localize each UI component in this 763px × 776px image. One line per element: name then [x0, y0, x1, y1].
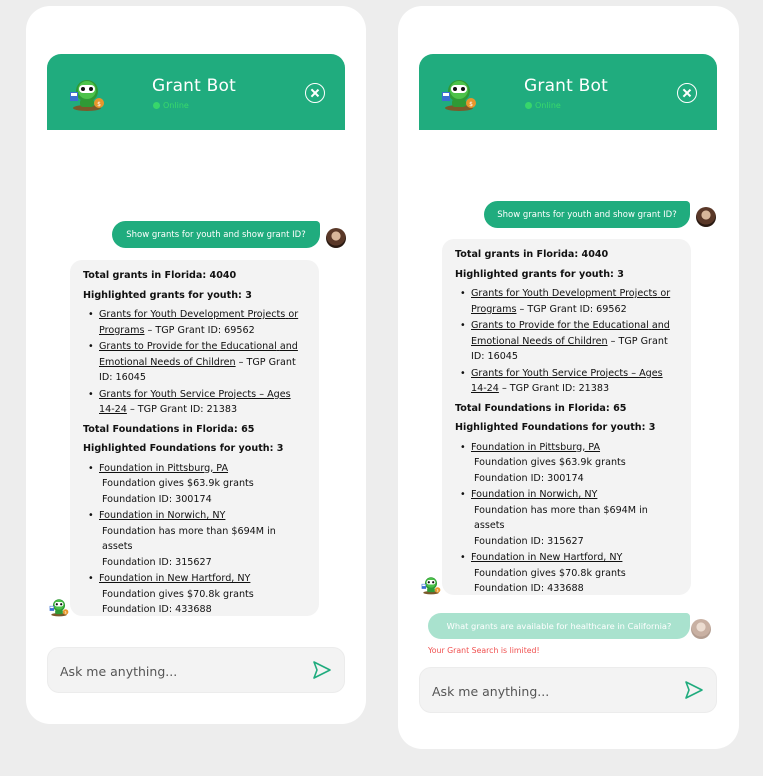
bot-name: Grant Bot — [524, 76, 608, 96]
chat-window-1: Grant Bot Online Show grants for youth a… — [26, 6, 366, 724]
grant-item: Grants for Youth Development Projects or… — [83, 307, 307, 338]
foundation-item: Foundation in New Hartford, NY Foundation… — [83, 571, 307, 618]
foundation-link[interactable]: Foundation in Norwich, NY — [99, 510, 225, 521]
foundation-id: Foundation ID: 300174 — [102, 493, 212, 505]
highlighted-foundations-heading: Highlighted Foundations for youth: 3 — [83, 443, 284, 454]
foundation-item: Foundation in Pittsburg, PA Foundation gi… — [83, 461, 307, 508]
user-avatar — [326, 228, 346, 248]
grant-item: Grants for Youth Service Projects – Ages… — [455, 366, 679, 397]
chat-input[interactable] — [432, 676, 672, 706]
close-icon[interactable] — [305, 83, 325, 103]
status-text: Online — [163, 101, 189, 110]
highlighted-grants-heading: Highlighted grants for youth: 3 — [455, 268, 624, 280]
status-indicator: Online — [525, 101, 561, 110]
foundation-item: Foundation in Pittsburg, PA Foundation gi… — [455, 440, 679, 487]
grant-list: Grants for Youth Development Projects or… — [455, 286, 679, 397]
foundation-detail: Foundation gives $63.9k grants — [474, 457, 626, 468]
bot-mini-avatar-icon — [421, 577, 441, 595]
foundation-detail: Foundation gives $63.9k grants — [102, 478, 254, 489]
total-foundations: Total Foundations in Florida: 65 — [455, 402, 627, 414]
foundation-id: Foundation ID: 300174 — [474, 472, 584, 484]
status-text: Online — [535, 101, 561, 110]
grant-list: Grants for Youth Development Projects or… — [83, 307, 307, 418]
foundation-id: Foundation ID: 433688 — [102, 604, 212, 615]
bot-mini-avatar-icon — [49, 599, 69, 617]
chat-header: Grant Bot Online — [419, 54, 717, 130]
chat-input-box — [419, 667, 717, 713]
online-dot-icon — [525, 102, 532, 109]
foundation-detail: Foundation gives $70.8k grants — [474, 567, 626, 579]
foundation-link[interactable]: Foundation in New Hartford, NY — [99, 573, 250, 584]
user-message: Show grants for youth and show grant ID? — [112, 221, 320, 248]
grant-item: Grants for Youth Service Projects – Ages… — [83, 387, 307, 418]
total-grants: Total grants in Florida: 4040 — [83, 270, 237, 281]
foundation-link[interactable]: Foundation in Pittsburg, PA — [471, 442, 600, 453]
foundation-id: Foundation ID: 315627 — [474, 535, 584, 547]
foundation-detail: Foundation has more than $694M in assets — [102, 525, 276, 553]
chat-header: Grant Bot Online — [47, 54, 345, 130]
grant-item: Grants to Provide for the Educational an… — [455, 318, 679, 365]
foundation-link[interactable]: Foundation in New Hartford, NY — [471, 552, 622, 563]
foundation-detail: Foundation has more than $694M in assets — [474, 504, 648, 532]
foundation-link[interactable]: Foundation in Pittsburg, PA — [99, 463, 228, 474]
chat-input[interactable] — [60, 656, 300, 686]
foundation-id: Foundation ID: 433688 — [474, 583, 584, 594]
close-icon[interactable] — [677, 83, 697, 103]
highlighted-grants-heading: Highlighted grants for youth: 3 — [83, 289, 252, 301]
foundation-detail: Foundation gives $70.8k grants — [102, 588, 254, 600]
grant-item: Grants to Provide for the Educational an… — [83, 339, 307, 386]
foundation-id: Foundation ID: 315627 — [102, 556, 212, 568]
user-message: Show grants for youth and show grant ID? — [484, 201, 690, 228]
bot-avatar-icon — [70, 80, 104, 111]
foundation-item: Foundation in Norwich, NY Foundation has … — [83, 508, 307, 570]
status-indicator: Online — [153, 101, 189, 110]
bot-response: Total grants in Florida: 4040 Highlighte… — [70, 260, 319, 616]
foundation-link[interactable]: Foundation in Norwich, NY — [471, 489, 597, 500]
highlighted-foundations-heading: Highlighted Foundations for youth: 3 — [455, 422, 656, 433]
foundation-list: Foundation in Pittsburg, PA Foundation gi… — [455, 440, 679, 597]
send-icon[interactable] — [684, 680, 704, 700]
total-grants: Total grants in Florida: 4040 — [455, 249, 609, 260]
chat-input-box — [47, 647, 345, 693]
grant-item: Grants for Youth Development Projects or… — [455, 286, 679, 317]
chat-window-2: Grant Bot Online Show grants for youth a… — [398, 6, 739, 749]
user-avatar-faded — [691, 619, 711, 639]
bot-response: Total grants in Florida: 4040 Highlighte… — [442, 239, 691, 595]
bot-name: Grant Bot — [152, 76, 236, 96]
search-limit-notice: Your Grant Search is limited! — [428, 646, 540, 655]
foundation-item: Foundation in New Hartford, NY Foundation… — [455, 550, 679, 597]
foundation-list: Foundation in Pittsburg, PA Foundation gi… — [83, 461, 307, 618]
total-foundations: Total Foundations in Florida: 65 — [83, 423, 255, 435]
pending-user-message: What grants are available for healthcare… — [428, 613, 690, 639]
online-dot-icon — [153, 102, 160, 109]
user-avatar — [696, 207, 716, 227]
bot-avatar-icon — [442, 80, 476, 111]
send-icon[interactable] — [312, 660, 332, 680]
foundation-item: Foundation in Norwich, NY Foundation has … — [455, 487, 679, 549]
